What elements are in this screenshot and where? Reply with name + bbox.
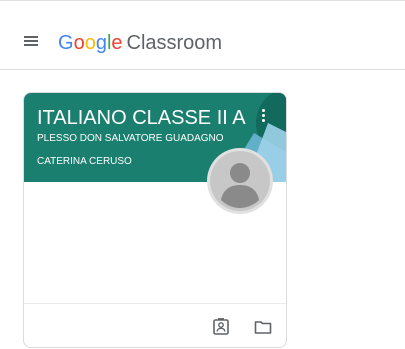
brand-letter-4: g — [95, 32, 107, 54]
app-header: Google Classroom — [0, 0, 405, 70]
brand-product-name: Classroom — [126, 32, 223, 54]
class-card-footer — [24, 303, 286, 347]
hamburger-menu-icon[interactable] — [24, 36, 38, 46]
class-card[interactable]: ITALIANO CLASSE II A PLESSO DON SALVATOR… — [23, 92, 287, 348]
google-classroom-logo[interactable]: Google Classroom — [58, 31, 222, 55]
person-avatar-icon — [207, 148, 273, 214]
brand-letter-6: e — [111, 32, 123, 54]
portfolio-icon[interactable] — [212, 318, 230, 336]
brand-letter-1: G — [58, 32, 74, 54]
more-vertical-icon[interactable] — [260, 109, 266, 127]
class-section: PLESSO DON SALVATORE GUADAGNO — [37, 133, 224, 144]
class-teacher-name[interactable]: CATERINA CERUSO — [37, 156, 132, 168]
brand-letter-2: o — [73, 32, 85, 54]
folder-icon[interactable] — [254, 318, 272, 336]
class-title[interactable]: ITALIANO CLASSE II A — [37, 106, 246, 130]
brand-letter-3: o — [84, 32, 96, 54]
